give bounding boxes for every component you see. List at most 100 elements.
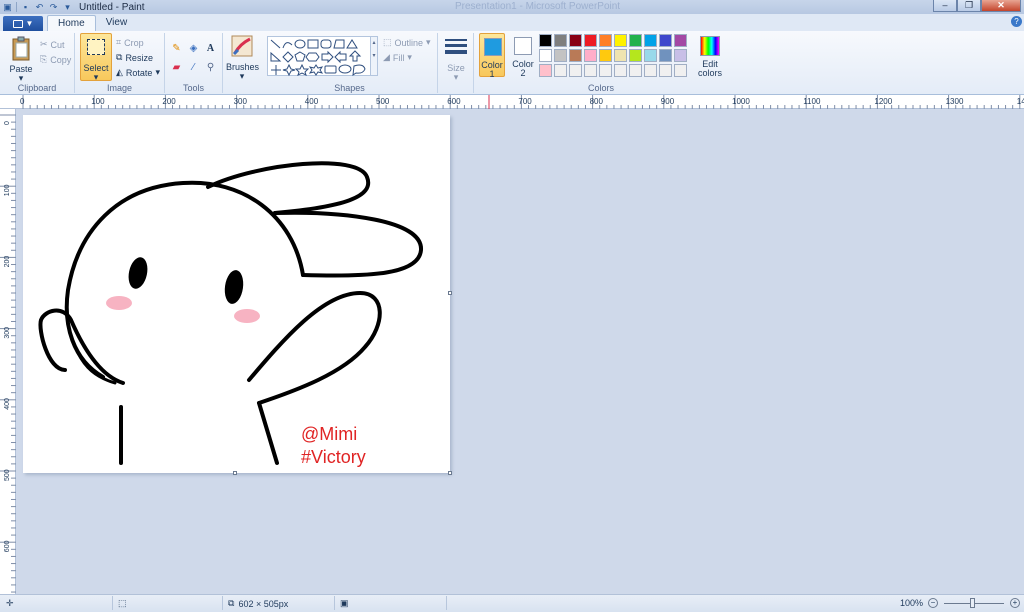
resize-icon: ⧉ [116,52,123,62]
zoom-slider-thumb[interactable] [970,598,975,608]
ruler-label: 400 [305,97,319,106]
drawing-canvas[interactable]: @Mimi #Victory [23,115,450,473]
palette-swatch[interactable] [539,64,552,77]
palette-swatch[interactable] [554,34,567,47]
ruler-label: 100 [91,97,105,106]
palette-swatch[interactable] [674,34,687,47]
tools-group-label: Tools [182,83,204,93]
text-tool-icon[interactable]: A [203,41,218,55]
palette-swatch[interactable] [659,64,672,77]
palette-swatch[interactable] [584,34,597,47]
zoom-out-button[interactable]: − [928,598,938,608]
fill-bucket-icon[interactable]: ◈ [186,41,201,55]
window-title: Untitled - Paint [79,1,145,13]
qat-dropdown-icon[interactable]: ▾ [62,2,73,13]
edit-colors-icon[interactable] [700,36,720,56]
color2-label: Color 2 [512,59,534,78]
cut-button[interactable]: ✂ Cut [40,39,65,50]
select-button[interactable]: Select ▾ [80,33,112,82]
resize-handle-corner[interactable] [448,471,452,475]
paint-app-icon[interactable]: ▣ [2,2,13,13]
palette-swatch[interactable] [599,49,612,62]
palette-swatch[interactable] [599,34,612,47]
status-divider [334,596,335,610]
tab-view[interactable]: View [96,15,138,31]
vertical-ruler-marks: 0 100 200 300 400 500 600 [0,114,16,593]
palette-swatch[interactable] [629,49,642,62]
shapes-gallery-scroll[interactable]: ▴ ▾ [370,36,378,76]
palette-swatch[interactable] [674,64,687,77]
ruler-label: 700 [518,97,532,106]
palette-swatch[interactable] [584,64,597,77]
palette-swatch[interactable] [674,49,687,62]
palette-swatch[interactable] [569,64,582,77]
zoom-in-button[interactable]: + [1010,598,1020,608]
shapes-gallery-icons [270,39,366,77]
scissors-icon: ✂ [40,39,48,49]
copy-button[interactable]: ⎘ Copy [40,54,71,65]
disk-icon: ▣ [340,598,349,608]
resize-button[interactable]: ⧉ Resize [116,52,153,63]
status-bar: ✛ ⬚ ⧉ 602 × 505px ▣ 100% − + [0,594,1024,612]
palette-swatch[interactable] [629,34,642,47]
resize-handle-bottom[interactable] [233,471,237,475]
shapes-gallery[interactable] [267,36,371,77]
palette-swatch[interactable] [614,34,627,47]
zoom-level-text: 100% [900,598,924,608]
palette-swatch[interactable] [659,49,672,62]
save-icon[interactable]: ▪ [20,2,31,13]
palette-swatch[interactable] [539,34,552,47]
rotate-button[interactable]: ◭ Rotate ▾ [116,67,160,78]
palette-swatch[interactable] [599,64,612,77]
paint-menu-button[interactable]: ▼ [3,16,43,31]
resize-handle-right[interactable] [448,291,452,295]
help-icon[interactable]: ? [1011,16,1022,27]
edit-colors-label[interactable]: Edit colors [694,60,726,78]
palette-swatch[interactable] [584,49,597,62]
clipboard-icon [12,36,30,61]
fill-button[interactable]: ◢ Fill ▾ [383,52,412,63]
horizontal-ruler: 0 100 200 300 400 500 600 700 800 900 1000 1100 1200… [0,95,1024,109]
pencil-icon[interactable]: ✎ [169,41,184,55]
paint-menu-icon [12,19,23,28]
maximize-button[interactable]: ❐ [957,0,981,12]
palette-swatch[interactable] [539,49,552,62]
palette-swatch[interactable] [659,34,672,47]
tab-home[interactable]: Home [47,15,96,31]
palette-swatch[interactable] [644,34,657,47]
magnifier-icon[interactable]: ⚲ [203,60,218,74]
ruler-label: 200 [162,97,176,106]
palette-swatch[interactable] [644,49,657,62]
palette-swatch[interactable] [614,49,627,62]
palette-swatch[interactable] [644,64,657,77]
brushes-dropdown-icon: ▾ [239,71,245,81]
bunny-drawing [38,161,424,465]
undo-icon[interactable]: ↶ [34,2,45,13]
chevron-down-icon: ▼ [25,19,34,28]
copy-label: Copy [50,54,72,65]
palette-swatch[interactable] [614,64,627,77]
ruler-label: 500 [4,469,11,481]
ribbon: Paste ▾ ✂ Cut ⎘ Copy Clipboard Image Sel… [0,31,1024,95]
palette-swatch[interactable] [554,64,567,77]
color-picker-icon[interactable]: ⁄ [186,60,201,74]
palette-swatch[interactable] [629,64,642,77]
close-button[interactable]: ✕ [981,0,1021,12]
color1-button[interactable]: Color 1 [479,33,505,79]
fill-dropdown-icon: ▾ [407,52,412,62]
redo-icon[interactable]: ↷ [48,2,59,13]
color-palette [539,34,687,77]
palette-swatch[interactable] [569,49,582,62]
palette-swatch[interactable] [554,49,567,62]
size-group: Size ▾ [438,33,474,93]
palette-swatch[interactable] [569,34,582,47]
size-button[interactable]: Size ▾ [442,36,470,82]
crop-button[interactable]: ⌗ Crop [116,37,144,48]
outline-button[interactable]: ⬚ Outline ▾ [383,37,431,48]
zoom-level: 100% [900,598,923,608]
minimize-button[interactable]: – [933,0,957,12]
eraser-icon[interactable]: ▰ [169,60,184,74]
paste-button[interactable] [10,36,32,62]
brushes-button[interactable]: Brushes ▾ [226,34,259,81]
color2-button[interactable]: Color 2 [510,33,536,78]
